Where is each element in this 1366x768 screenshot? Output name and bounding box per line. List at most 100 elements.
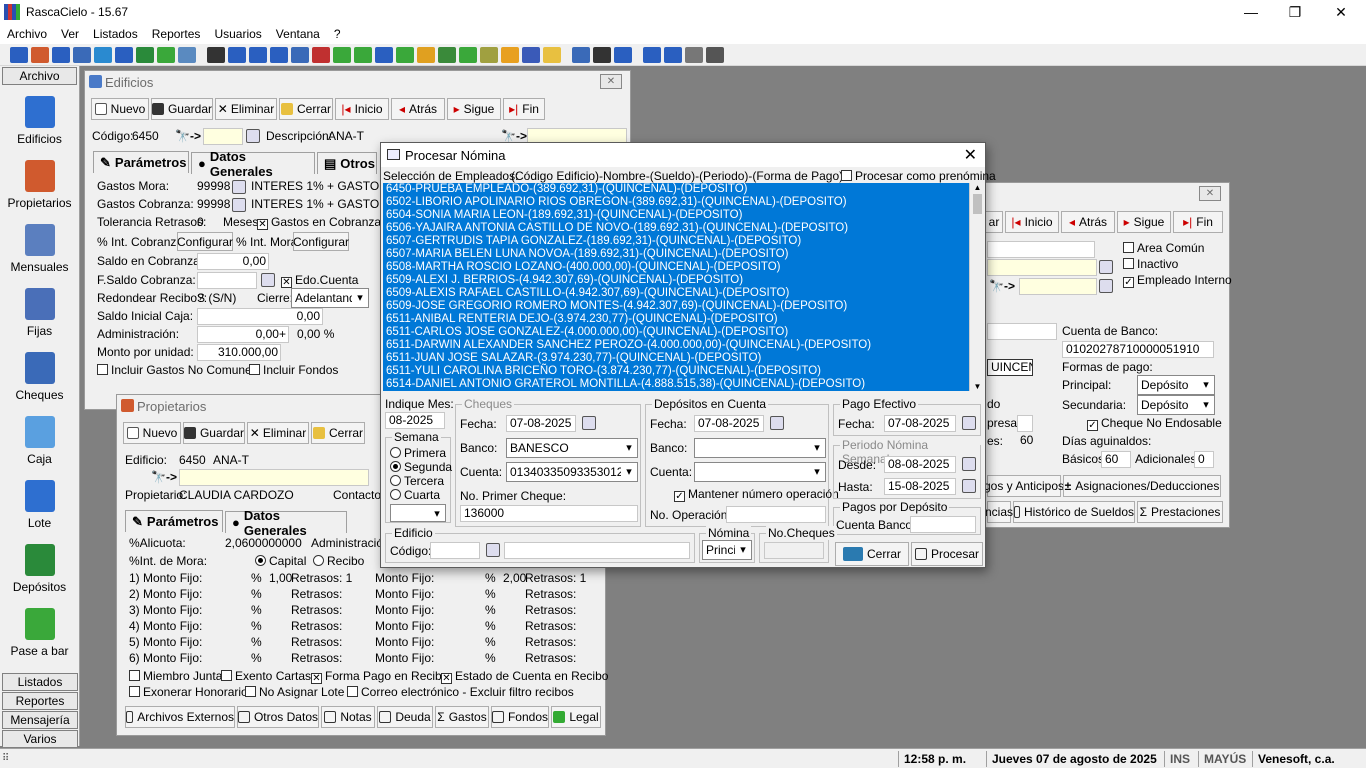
fecha-cheque-input[interactable]: 07-08-2025 [506,415,576,432]
nomina-select[interactable]: Princip [702,540,752,560]
guardar-button[interactable]: Guardar [183,422,245,444]
tab-parametros[interactable]: ✎ Parámetros [93,151,189,173]
atras-button[interactable]: ◂ Atrás [1061,211,1115,233]
periodo-field[interactable]: UINCENAL [987,359,1033,376]
close-edificios-button[interactable]: ✕ [600,74,622,89]
edificio-codigo-input[interactable] [430,542,480,559]
exonerar-honorarios-checkbox[interactable]: Exonerar Honorarios [129,685,254,699]
calendar-icon[interactable] [770,416,784,430]
semana-cuarta-radio[interactable]: Cuarta [390,488,440,502]
employee-list[interactable]: 6450-PRUEBA EMPLEADO-(389.692,31)-(QUINC… [383,183,969,391]
toolbar-tool-icon[interactable] [354,46,372,63]
basicos-input[interactable]: 60 [1101,451,1131,468]
sidebar-listados[interactable]: Listados [2,673,78,691]
banco-select[interactable]: BANESCO [506,438,638,458]
calendar-icon[interactable] [962,457,976,471]
toolbar-tool-icon[interactable] [375,46,393,63]
sigue-button[interactable]: ▸ Sigue [447,98,501,120]
list-item[interactable]: 6511-DARWIN ALEXANDER SANCHEZ PEROZO-(4.… [383,339,969,352]
close-dialog-icon[interactable]: ✕ [964,145,977,165]
tab-datos-generales[interactable]: ● Datos Generales [225,508,347,538]
exento-cartas-checkbox[interactable]: Exento Cartas [221,669,311,683]
toolbar-tool-icon[interactable] [178,46,196,63]
deuda-button[interactable]: Deuda [377,706,433,728]
toolbar-tool-icon[interactable] [10,46,28,63]
sidebar-item-3[interactable]: Fijas [0,278,79,342]
nuevo-button[interactable]: Nuevo [123,422,181,444]
list-item[interactable]: 6511-YULI CAROLINA BRICEÑO TORO-(3.874.2… [383,365,969,378]
sidebar-varios[interactable]: Varios [2,730,78,748]
recibo-radio[interactable]: Recibo [313,554,364,568]
list-item[interactable]: 6511-CARLOS JOSE GONZALEZ-(4.000.000,00)… [383,326,969,339]
close-app-button[interactable]: ✕ [1318,0,1364,24]
guardar-button[interactable]: Guardar [151,98,213,120]
lookup-icon[interactable] [1099,260,1113,274]
inactivo-checkbox[interactable]: Inactivo [1123,257,1178,271]
codigo-search-input[interactable] [203,128,243,145]
secundaria-select[interactable]: Depósito [1137,395,1215,415]
sigue-button[interactable]: ▸ Sigue [1117,211,1171,233]
tab-incidencias[interactable]: ncias [985,501,1013,523]
toolbar-tool-icon[interactable] [207,46,225,63]
configurar-cobranza-button[interactable]: Configurar [177,232,233,251]
inicio-button[interactable]: |◂ Inicio [335,98,389,120]
lookup-icon[interactable] [232,198,246,212]
toolbar-tool-icon[interactable] [270,46,288,63]
toolbar-tool-icon[interactable] [52,46,70,63]
toolbar-tool-icon[interactable] [228,46,246,63]
list-item[interactable]: 6450-PRUEBA EMPLEADO-(389.692,31)-(QUINC… [383,183,969,196]
area-comun-checkbox[interactable]: Area Común [1123,241,1204,255]
tab-prestaciones[interactable]: Σ Prestaciones [1137,501,1223,523]
toolbar-tool-icon[interactable] [396,46,414,63]
toolbar-tool-icon[interactable] [664,46,682,63]
sidebar-item-2[interactable]: Mensuales [0,214,79,278]
list-item[interactable]: 6511-JUAN JOSE SALAZAR-(3.974.230,77)-(Q… [383,352,969,365]
menu-archivo[interactable]: Archivo [0,27,54,41]
edificio-desc-input[interactable] [504,542,690,559]
incluir-gastos-checkbox[interactable]: Incluir Gastos No Comunes [97,363,258,377]
toolbar-tool-icon[interactable] [643,46,661,63]
toolbar-tool-icon[interactable] [685,46,703,63]
gastos-button[interactable]: Σ Gastos [435,706,489,728]
propietario-search-input[interactable] [179,469,369,486]
cuenta-deposito-select[interactable] [694,462,826,482]
prenomina-checkbox[interactable]: Procesar como prenómina [841,169,996,183]
sidebar-item-0[interactable]: Edificios [0,86,79,150]
search-field[interactable] [1019,278,1097,295]
toolbar-tool-icon[interactable] [438,46,456,63]
tab-historico-sueldos[interactable]: Histórico de Sueldos [1013,501,1135,523]
adicionales-input[interactable]: 0 [1194,451,1214,468]
toolbar-tool-icon[interactable] [572,46,590,63]
toolbar-tool-icon[interactable] [614,46,632,63]
list-item[interactable]: 6514-DANIEL ANTONIO GRATEROL MONTILLA-(4… [383,378,969,391]
semana-select[interactable] [390,504,446,522]
hasta-input[interactable]: 15-08-2025 [884,478,956,495]
lookup-icon[interactable] [232,180,246,194]
toolbar-tool-icon[interactable] [115,46,133,63]
incluir-fondos-checkbox[interactable]: Incluir Fondos [249,363,338,377]
list-item[interactable]: 6509-ALEXI J. BERRIOS-(4.942.307,69)-(QU… [383,274,969,287]
toolbar-tool-icon[interactable] [136,46,154,63]
binoculars-icon[interactable]: 🔭-> [175,129,201,143]
primer-cheque-input[interactable]: 136000 [460,505,638,522]
sidebar-item-7[interactable]: Depósitos [0,534,79,598]
binoculars-icon[interactable]: 🔭-> [501,129,527,143]
menu-reportes[interactable]: Reportes [145,27,208,41]
calendar-icon[interactable] [261,273,275,287]
close-empleados-button[interactable]: ✕ [1199,186,1221,201]
lookup-icon[interactable] [246,129,260,143]
cerrar-dialog-button[interactable]: Cerrar [835,542,909,566]
correo-excluir-checkbox[interactable]: Correo electrónico - Excluir filtro reci… [347,685,574,699]
maximize-button[interactable]: ❐ [1272,0,1318,24]
calendar-icon[interactable] [582,416,596,430]
otros-datos-button[interactable]: Otros Datos [237,706,319,728]
list-item[interactable]: 6508-MARTHA ROSCIO LOZANO-(400.000,00)-(… [383,261,969,274]
sidebar-item-8[interactable]: Pase a bar [0,598,79,662]
semana-tercera-radio[interactable]: Tercera [390,474,444,488]
cerrar-button[interactable]: Cerrar [279,98,333,120]
list-item[interactable]: 6509-JOSE GREGORIO ROMERO MONTES-(4.942.… [383,300,969,313]
menu-ventana[interactable]: Ventana [269,27,327,41]
tab-pagos-anticipos[interactable]: gos y Anticipos [984,475,1064,497]
banco-deposito-select[interactable] [694,438,826,458]
nuevo-button[interactable]: Nuevo [91,98,149,120]
